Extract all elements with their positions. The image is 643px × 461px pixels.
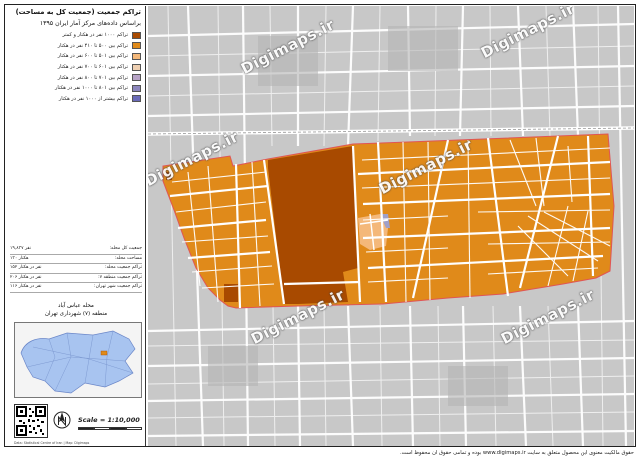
region-title: محله عباس آباد منطقه (۷) شهرداری تهران: [10, 302, 142, 318]
stats-table: ۱۹,۸۳۷ نفر جمعیت کل محله: ۱۳۰ هکتار مساحت م…: [10, 245, 142, 293]
legend-classes: تراکم ۱۰۰۰ نفر در هکتار و کمتر تراکم بین …: [6, 30, 145, 104]
stats-value: ۱۳۰ هکتار: [10, 255, 29, 261]
legend-swatch: [132, 52, 141, 60]
scale-label: Scale = 1:10,000: [78, 416, 140, 424]
stats-label: تراکم جمعیت محله:: [104, 265, 142, 271]
legend-swatch: [132, 95, 141, 103]
legend-swatch: [132, 31, 141, 39]
legend-item-label: تراکم بین ۵۰۱ تا ۶۰۰ نفر در هکتار: [57, 53, 128, 60]
inset-map: [14, 322, 142, 398]
legend-swatch: [132, 42, 141, 50]
legend-title: تراکم جمعیت (جمعیت کل به مساحت): [15, 8, 141, 16]
stats-row: ۱۹,۸۳۷ نفر جمعیت کل محله:: [10, 245, 142, 255]
legend-swatch: [132, 84, 141, 92]
legend-item: تراکم ۱۰۰۰ نفر در هکتار و کمتر: [6, 30, 145, 41]
legend-item: تراکم بین ۷۰۱ تا ۸۰۰ نفر در هکتار: [6, 72, 145, 83]
map-canvas: [148, 6, 634, 446]
legend-item-label: تراکم بین ۸۰۱ تا ۱۰۰۰ نفر در هکتار: [55, 85, 128, 92]
district-name: منطقه (۷) شهرداری تهران: [44, 311, 108, 317]
north-arrow-icon: [52, 410, 72, 430]
legend-item-label: تراکم بین ۵۰۰ تا ۴۱۰ نفر در هکتار: [57, 42, 128, 49]
legend-panel: تراکم جمعیت (جمعیت کل به مساحت) براساس د…: [6, 6, 146, 446]
stats-label: تراکم جمعیت شهر تهران:: [94, 284, 142, 290]
stats-label: مساحت محله:: [114, 255, 142, 261]
legend-item: تراکم بین ۵۰۰ تا ۴۱۰ نفر در هکتار: [6, 41, 145, 52]
stats-value: ۱۹,۸۳۷ نفر: [10, 246, 31, 251]
legend-item-label: تراکم بین ۶۰۱ تا ۷۰۰ نفر در هکتار: [57, 64, 128, 71]
legend-item-label: تراکم بیشتر از ۱۰۰۰ نفر در هکتار: [58, 95, 128, 102]
legend-item: تراکم بین ۶۰۱ تا ۷۰۰ نفر در هکتار: [6, 62, 145, 73]
stats-label: جمعیت کل محله:: [109, 246, 142, 251]
stats-value: ۱۵۲ نفر در هکتار: [10, 265, 42, 271]
legend-item: تراکم بین ۸۰۱ تا ۱۰۰۰ نفر در هکتار: [6, 83, 145, 94]
copyright-footer: حقوق مالکیت معنوی این محصول متعلق به سای…: [400, 450, 634, 456]
legend-item: تراکم بین ۵۰۱ تا ۶۰۰ نفر در هکتار: [6, 51, 145, 62]
legend-item: تراکم بیشتر از ۱۰۰۰ نفر در هکتار: [6, 94, 145, 105]
legend-swatch: [132, 63, 141, 71]
stats-label: تراکم جمعیت منطقه ۷:: [98, 274, 142, 280]
main-map: Digimaps.ir Digimaps.ir Digimaps.ir Digi…: [148, 6, 634, 446]
legend-item-label: تراکم ۱۰۰۰ نفر در هکتار و کمتر: [62, 32, 128, 39]
credit-text: Data: Statistical Centre of Iran | Map: …: [14, 441, 90, 445]
legend-item-label: تراکم بین ۷۰۱ تا ۸۰۰ نفر در هکتار: [57, 74, 128, 81]
legend-swatch: [132, 74, 141, 82]
neighborhood-name: محله عباس آباد: [58, 303, 94, 309]
stats-row: ۱۱۶ نفر در هکتار تراکم جمعیت شهر تهران:: [10, 283, 142, 293]
legend-subtitle: براساس داده‌های مرکز آمار ایران ۱۳۹۵: [39, 20, 141, 27]
stats-row: ۱۵۲ نفر در هکتار تراکم جمعیت محله:: [10, 264, 142, 274]
stats-row: ۱۳۰ هکتار مساحت محله:: [10, 255, 142, 265]
qr-code: [14, 404, 48, 438]
scale-bar: [78, 427, 142, 430]
stats-value: ۱۱۶ نفر در هکتار: [10, 284, 42, 290]
stats-value: ۲۰۶ نفر در هکتار: [10, 274, 42, 280]
inset-highlight: [100, 350, 108, 356]
stats-row: ۲۰۶ نفر در هکتار تراکم جمعیت منطقه ۷:: [10, 274, 142, 284]
